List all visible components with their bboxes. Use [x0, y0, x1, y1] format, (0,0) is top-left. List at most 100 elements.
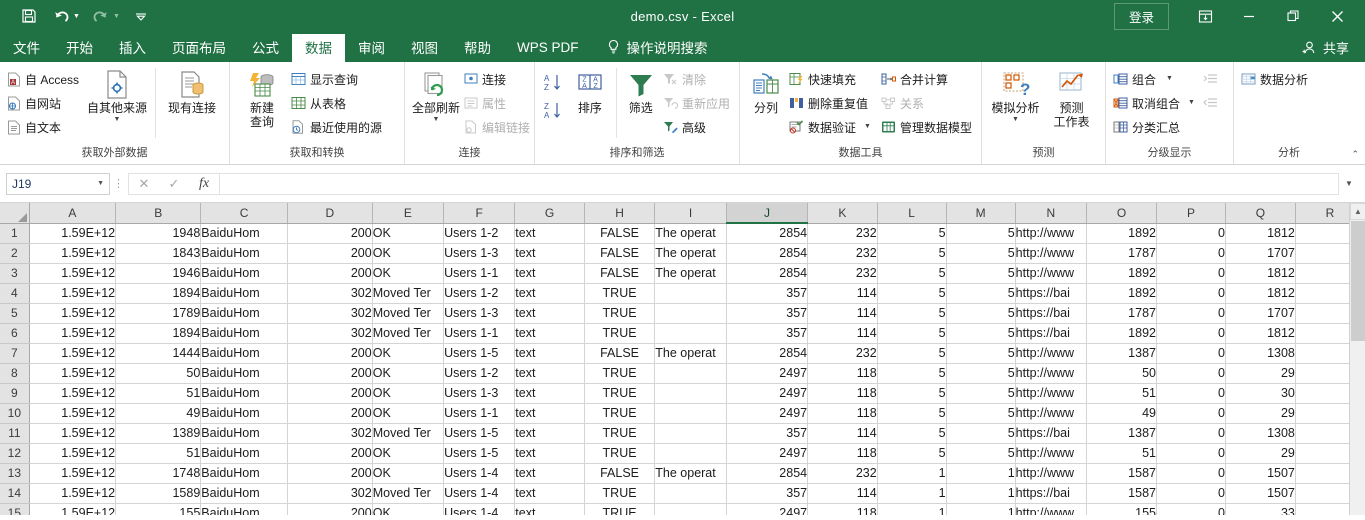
- cell-I9[interactable]: [654, 383, 727, 404]
- cell-L4[interactable]: 5: [877, 283, 947, 304]
- redo-dropdown-caret-icon[interactable]: ▼: [113, 13, 124, 20]
- column-header-a[interactable]: A: [29, 203, 117, 224]
- formula-input[interactable]: [219, 172, 1339, 195]
- share-button[interactable]: 共享: [1301, 38, 1365, 62]
- cell-K8[interactable]: 118: [807, 363, 878, 384]
- cell-I5[interactable]: [654, 303, 727, 324]
- cell-P13[interactable]: 0: [1156, 463, 1226, 484]
- cell-P9[interactable]: 0: [1156, 383, 1226, 404]
- cell-I1[interactable]: The operat: [654, 223, 727, 244]
- cell-K11[interactable]: 114: [807, 423, 878, 444]
- column-header-o[interactable]: O: [1086, 203, 1157, 224]
- select-all-corner[interactable]: [0, 203, 30, 224]
- cell-O4[interactable]: 1892: [1086, 283, 1157, 304]
- cell-F7[interactable]: Users 1-5: [443, 343, 516, 364]
- row-header-2[interactable]: 2: [0, 243, 30, 264]
- cell-F1[interactable]: Users 1-2: [443, 223, 516, 244]
- cell-G5[interactable]: text: [514, 303, 585, 324]
- cell-N3[interactable]: http://www: [1015, 263, 1088, 284]
- show-queries-button[interactable]: 显示查询: [289, 68, 386, 90]
- cell-A13[interactable]: 1.59E+12: [29, 463, 117, 484]
- existing-connections-button[interactable]: 现有连接: [160, 66, 224, 116]
- cell-D7[interactable]: 200: [287, 343, 373, 364]
- cell-E14[interactable]: Moved Ter: [372, 483, 445, 504]
- cell-H5[interactable]: TRUE: [584, 303, 656, 324]
- cell-G1[interactable]: text: [514, 223, 585, 244]
- group-caret-icon[interactable]: ▼: [1166, 75, 1173, 83]
- cell-E15[interactable]: OK: [372, 503, 445, 515]
- tab-page-layout[interactable]: 页面布局: [159, 34, 239, 62]
- cell-J8[interactable]: 2497: [726, 363, 809, 384]
- chevron-down-icon[interactable]: ▼: [97, 180, 104, 187]
- cell-L11[interactable]: 5: [877, 423, 947, 444]
- cell-P4[interactable]: 0: [1156, 283, 1226, 304]
- from-text-button[interactable]: 自文本: [5, 116, 83, 138]
- cell-O6[interactable]: 1892: [1086, 323, 1157, 344]
- cell-M13[interactable]: 1: [946, 463, 1016, 484]
- cell-B4[interactable]: 1894: [115, 283, 202, 304]
- cell-B15[interactable]: 155: [115, 503, 202, 515]
- cell-B12[interactable]: 51: [115, 443, 202, 464]
- cell-D15[interactable]: 200: [287, 503, 373, 515]
- row-header-6[interactable]: 6: [0, 323, 30, 344]
- cell-A4[interactable]: 1.59E+12: [29, 283, 117, 304]
- cell-H8[interactable]: TRUE: [584, 363, 656, 384]
- cell-H10[interactable]: TRUE: [584, 403, 656, 424]
- cell-J2[interactable]: 2854: [726, 243, 809, 264]
- ungroup-button[interactable]: 取消组合 ▼: [1111, 92, 1199, 114]
- cell-L5[interactable]: 5: [877, 303, 947, 324]
- cell-D13[interactable]: 200: [287, 463, 373, 484]
- cell-L1[interactable]: 5: [877, 223, 947, 244]
- cell-I8[interactable]: [654, 363, 727, 384]
- cell-Q15[interactable]: 33: [1225, 503, 1296, 515]
- cell-E8[interactable]: OK: [372, 363, 445, 384]
- cell-H11[interactable]: TRUE: [584, 423, 656, 444]
- cell-Q2[interactable]: 1707: [1225, 243, 1296, 264]
- cell-H15[interactable]: TRUE: [584, 503, 656, 515]
- column-header-q[interactable]: Q: [1225, 203, 1296, 224]
- cell-E4[interactable]: Moved Ter: [372, 283, 445, 304]
- cell-O3[interactable]: 1892: [1086, 263, 1157, 284]
- cell-G11[interactable]: text: [514, 423, 585, 444]
- cell-N12[interactable]: http://www: [1015, 443, 1088, 464]
- cell-Q6[interactable]: 1812: [1225, 323, 1296, 344]
- cell-F6[interactable]: Users 1-1: [443, 323, 516, 344]
- cell-J1[interactable]: 2854: [726, 223, 809, 244]
- minimize-icon[interactable]: [1227, 0, 1271, 32]
- cell-C10[interactable]: BaiduHom: [200, 403, 288, 424]
- column-header-d[interactable]: D: [287, 203, 373, 224]
- column-header-f[interactable]: F: [443, 203, 516, 224]
- cell-B7[interactable]: 1444: [115, 343, 202, 364]
- cell-A15[interactable]: 1.59E+12: [29, 503, 117, 515]
- undo-dropdown-caret-icon[interactable]: ▼: [73, 13, 84, 20]
- cell-K2[interactable]: 232: [807, 243, 878, 264]
- cell-P11[interactable]: 0: [1156, 423, 1226, 444]
- row-header-5[interactable]: 5: [0, 303, 30, 324]
- cell-B6[interactable]: 1894: [115, 323, 202, 344]
- cell-H14[interactable]: TRUE: [584, 483, 656, 504]
- from-access-button[interactable]: A 自 Access: [5, 68, 83, 90]
- cell-A1[interactable]: 1.59E+12: [29, 223, 117, 244]
- cell-C3[interactable]: BaiduHom: [200, 263, 288, 284]
- data-validation-button[interactable]: 数据验证 ▼: [787, 116, 875, 138]
- cancel-icon[interactable]: ✕: [129, 174, 159, 194]
- cell-B14[interactable]: 1589: [115, 483, 202, 504]
- cell-E9[interactable]: OK: [372, 383, 445, 404]
- cell-C15[interactable]: BaiduHom: [200, 503, 288, 515]
- cell-M7[interactable]: 5: [946, 343, 1016, 364]
- cell-F15[interactable]: Users 1-4: [443, 503, 516, 515]
- tell-me-search[interactable]: 操作说明搜索: [606, 37, 708, 62]
- cell-F12[interactable]: Users 1-5: [443, 443, 516, 464]
- cell-C2[interactable]: BaiduHom: [200, 243, 288, 264]
- cell-K9[interactable]: 118: [807, 383, 878, 404]
- cell-B11[interactable]: 1389: [115, 423, 202, 444]
- cell-L14[interactable]: 1: [877, 483, 947, 504]
- column-header-i[interactable]: I: [654, 203, 727, 224]
- row-header-11[interactable]: 11: [0, 423, 30, 444]
- cell-N8[interactable]: http://www: [1015, 363, 1088, 384]
- cell-O12[interactable]: 51: [1086, 443, 1157, 464]
- cell-K6[interactable]: 114: [807, 323, 878, 344]
- cell-K13[interactable]: 232: [807, 463, 878, 484]
- cell-L13[interactable]: 1: [877, 463, 947, 484]
- column-header-p[interactable]: P: [1156, 203, 1226, 224]
